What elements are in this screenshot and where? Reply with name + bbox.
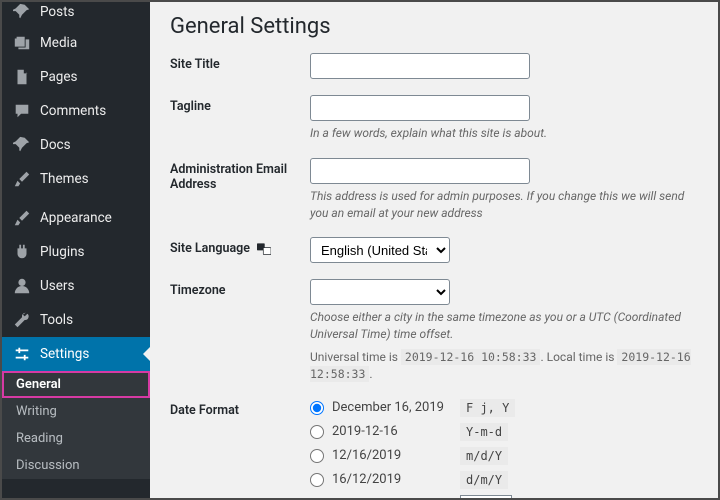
label-date-format: Date Format (170, 399, 310, 418)
pin-icon (12, 135, 32, 155)
label-timezone: Timezone (170, 279, 310, 298)
date-option-2[interactable]: 12/16/2019m/d/Y (310, 447, 698, 465)
comment-icon (12, 101, 32, 121)
submenu-writing[interactable]: Writing (2, 398, 150, 425)
page-title: General Settings (170, 14, 698, 39)
sidebar-item-users[interactable]: Users (2, 269, 150, 303)
submenu-reading[interactable]: Reading (2, 425, 150, 452)
input-admin-email[interactable] (310, 158, 530, 184)
plugin-icon (12, 242, 32, 262)
label-tagline: Tagline (170, 95, 310, 114)
input-tagline[interactable] (310, 95, 530, 121)
date-option-0[interactable]: December 16, 2019F j, Y (310, 399, 698, 417)
sidebar-item-media[interactable]: Media (2, 26, 150, 60)
date-option-custom[interactable]: Custom: (310, 495, 698, 498)
settings-submenu: General Writing Reading Discussion (2, 371, 150, 479)
page-icon (12, 67, 32, 87)
input-site-title[interactable] (310, 53, 530, 79)
sidebar-item-pages[interactable]: Pages (2, 60, 150, 94)
user-icon (12, 276, 32, 296)
sidebar-label: Media (40, 35, 77, 51)
label-admin-email: Administration Email Address (170, 158, 310, 192)
sidebar-label: Tools (40, 312, 73, 328)
sidebar-label: Settings (40, 346, 89, 362)
sidebar-label: Plugins (40, 244, 85, 260)
sidebar-label: Comments (40, 103, 106, 119)
submenu-general[interactable]: General (2, 371, 150, 398)
main-content: General Settings Site Title Tagline In a… (150, 2, 718, 498)
sliders-icon (12, 344, 32, 364)
wrench-icon (12, 310, 32, 330)
submenu-discussion[interactable]: Discussion (2, 452, 150, 479)
select-timezone[interactable] (310, 279, 450, 305)
sidebar-label: Users (40, 278, 74, 294)
app-shell: Posts Media Pages Comments Docs Themes A… (0, 0, 720, 500)
sidebar-label: Appearance (40, 210, 112, 226)
media-icon (12, 33, 32, 53)
sidebar-item-settings[interactable]: Settings (2, 337, 150, 371)
desc-timezone: Choose either a city in the same timezon… (310, 309, 698, 343)
sidebar-item-posts[interactable]: Posts (2, 2, 150, 26)
date-custom-input[interactable] (460, 495, 512, 498)
sidebar-item-plugins[interactable]: Plugins (2, 235, 150, 269)
pin-icon (12, 2, 32, 22)
sidebar-label: Pages (40, 69, 78, 85)
desc-admin-email: This address is used for admin purposes.… (310, 188, 698, 222)
label-site-language: Site Language (170, 237, 310, 256)
date-option-1[interactable]: 2019-12-16Y-m-d (310, 423, 698, 441)
date-option-3[interactable]: 16/12/2019d/m/Y (310, 471, 698, 489)
timezone-times: Universal time is 2019-12-16 10:58:33. L… (310, 349, 698, 383)
sidebar-item-comments[interactable]: Comments (2, 94, 150, 128)
sidebar-label: Docs (40, 137, 71, 153)
date-format-options: December 16, 2019F j, Y 2019-12-16Y-m-d … (310, 399, 698, 498)
sidebar-item-docs[interactable]: Docs (2, 128, 150, 162)
label-site-title: Site Title (170, 53, 310, 72)
brush-icon (12, 169, 32, 189)
admin-sidebar: Posts Media Pages Comments Docs Themes A… (2, 2, 150, 498)
translate-icon (257, 243, 271, 255)
sidebar-item-tools[interactable]: Tools (2, 303, 150, 337)
sidebar-label: Posts (40, 4, 74, 20)
sidebar-item-appearance[interactable]: Appearance (2, 201, 150, 235)
sidebar-label: Themes (40, 171, 89, 187)
select-site-language[interactable]: English (United States) (310, 237, 450, 263)
sidebar-item-themes[interactable]: Themes (2, 162, 150, 196)
brush-icon (12, 208, 32, 228)
desc-tagline: In a few words, explain what this site i… (310, 125, 698, 142)
